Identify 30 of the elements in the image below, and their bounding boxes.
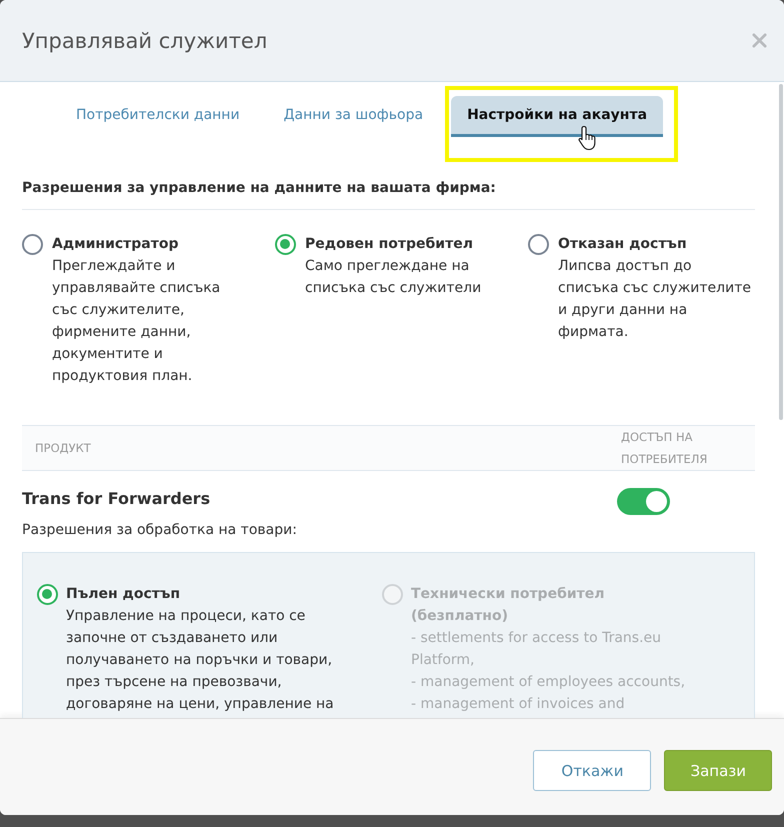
dialog-title: Управлявай служител — [22, 28, 268, 52]
option-detail: - management of invoices and — [411, 695, 626, 714]
option-title: Технически потребител (безплатно) — [411, 585, 606, 626]
option-title: Пълен достъп — [66, 585, 182, 604]
tab[interactable]: Данни за шофьора — [268, 96, 440, 137]
option-detail: - settlements for access to Trans.eu Platform, — [411, 629, 662, 670]
permissions-label: Разрешения за обработка на товари: — [22, 521, 298, 540]
option-title: Редовен потребител — [305, 235, 474, 254]
radio-button[interactable] — [22, 234, 43, 255]
option-description: Липсва достъп до списъка със служителите и други данни на фирмата. — [558, 257, 752, 342]
scrollbar-thumb[interactable] — [779, 84, 783, 420]
dialog-button[interactable]: Откажи — [533, 750, 652, 791]
radio-button[interactable] — [37, 584, 58, 605]
radio-button[interactable] — [275, 234, 296, 255]
option-detail: - management of employees accounts, — [411, 673, 686, 692]
access-toggle[interactable] — [617, 488, 670, 515]
tab[interactable]: Потребителски данни — [60, 96, 256, 137]
column-heading: ДОСТЪП НА ПОТРЕБИТЕЛЯ — [620, 429, 708, 468]
tab[interactable]: Настройки на акаунта — [451, 96, 664, 137]
option-description: Преглеждайте и управлявайте списъка със служителите, фирмените данни, документите и продуктовия план. — [52, 257, 222, 386]
option-title: Администратор — [52, 235, 180, 254]
option-title: Отказан достъп — [558, 235, 688, 254]
dialog-button[interactable]: Запази — [664, 750, 772, 791]
column-heading: ПРОДУКТ — [34, 440, 92, 457]
product-name: Trans for Forwarders — [22, 488, 210, 510]
option-description: Само преглеждане на списъка със служители — [305, 257, 482, 298]
radio-button[interactable] — [528, 234, 549, 255]
section-heading: Разрешения за управление на данните на вашата фирма: — [22, 177, 755, 210]
option-description: Управление на процеси, като се започне от създаването или получаването на поръчки и товари, през търсене на превозвачи, договаряне на цени, управление на — [66, 607, 335, 714]
close-icon[interactable] — [752, 33, 767, 48]
